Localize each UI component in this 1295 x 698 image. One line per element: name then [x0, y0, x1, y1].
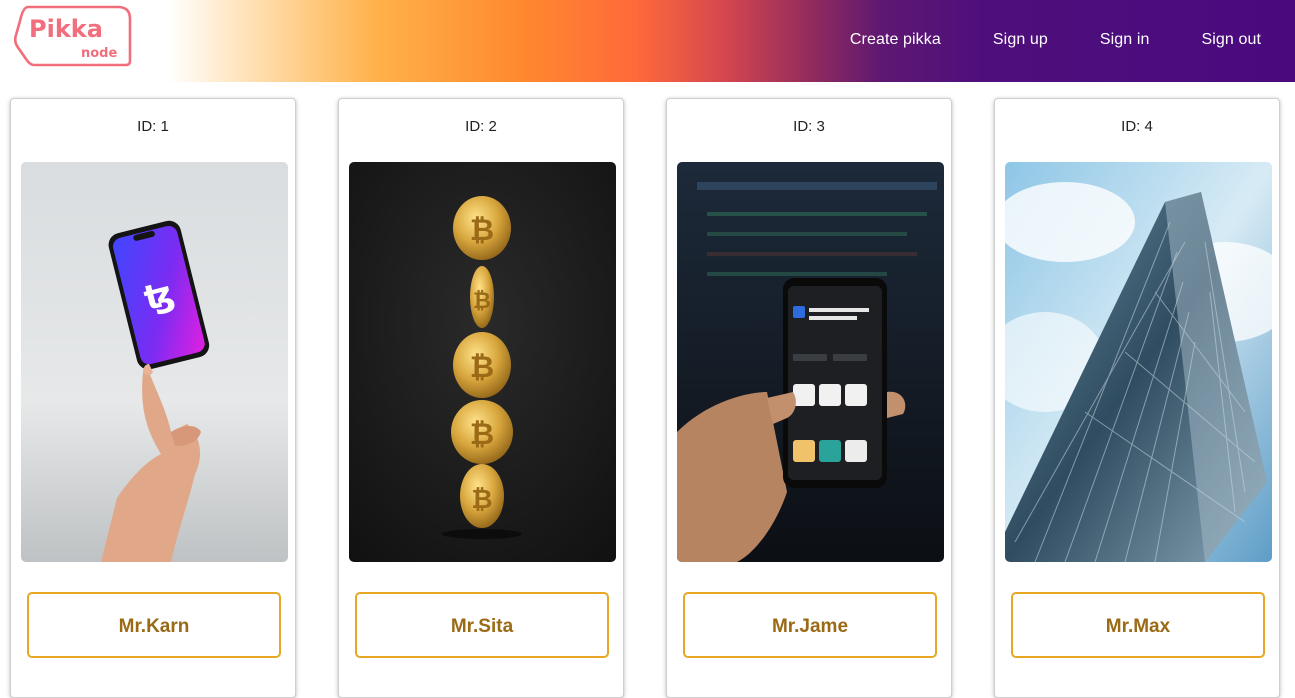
navbar: Pikka node Create pikka Sign up Sign in … — [0, 0, 1295, 82]
card-image-skyscraper[interactable] — [1005, 162, 1272, 562]
svg-text:₿: ₿ — [470, 213, 494, 248]
nav-sign-up[interactable]: Sign up — [993, 31, 1048, 49]
logo-word: Pikka — [29, 15, 103, 43]
card-id: ID: 4 — [1121, 118, 1153, 135]
pikka-card[interactable]: ID: 1 ꜩ Mr.Karn — [10, 98, 296, 698]
svg-text:₿: ₿ — [473, 289, 491, 314]
card-id: ID: 3 — [793, 118, 825, 135]
nav-sign-in[interactable]: Sign in — [1100, 31, 1150, 49]
owner-name-button[interactable]: Mr.Sita — [355, 592, 609, 658]
card-image-phone-app[interactable] — [677, 162, 944, 562]
pikka-card[interactable]: ID: 4 Mr.Max — [994, 98, 1280, 698]
pikka-card[interactable]: ID: 2 ₿ ₿ ₿ ₿ ₿ Mr.Sita — [338, 98, 624, 698]
logo-subword: node — [81, 46, 117, 61]
pikka-logo[interactable]: Pikka node — [14, 3, 134, 67]
nav-links: Create pikka Sign up Sign in Sign out — [798, 0, 1261, 80]
nav-sign-out[interactable]: Sign out — [1201, 31, 1261, 49]
svg-text:₿: ₿ — [471, 485, 492, 515]
card-grid: ID: 1 ꜩ Mr.Karn ID: 2 ₿ ₿ ₿ ₿ ₿ Mr.Sita … — [10, 98, 1285, 698]
card-id: ID: 2 — [465, 118, 497, 135]
card-id: ID: 1 — [137, 118, 169, 135]
owner-name-button[interactable]: Mr.Max — [1011, 592, 1265, 658]
pikka-card[interactable]: ID: 3 Mr.Jame — [666, 98, 952, 698]
card-image-bitcoins[interactable]: ₿ ₿ ₿ ₿ ₿ — [349, 162, 616, 562]
owner-name-button[interactable]: Mr.Jame — [683, 592, 937, 658]
svg-text:₿: ₿ — [470, 417, 494, 452]
card-image-phone-tezos[interactable]: ꜩ — [21, 162, 288, 562]
owner-name-button[interactable]: Mr.Karn — [27, 592, 281, 658]
svg-text:₿: ₿ — [470, 350, 494, 385]
nav-create-pikka[interactable]: Create pikka — [850, 31, 941, 49]
